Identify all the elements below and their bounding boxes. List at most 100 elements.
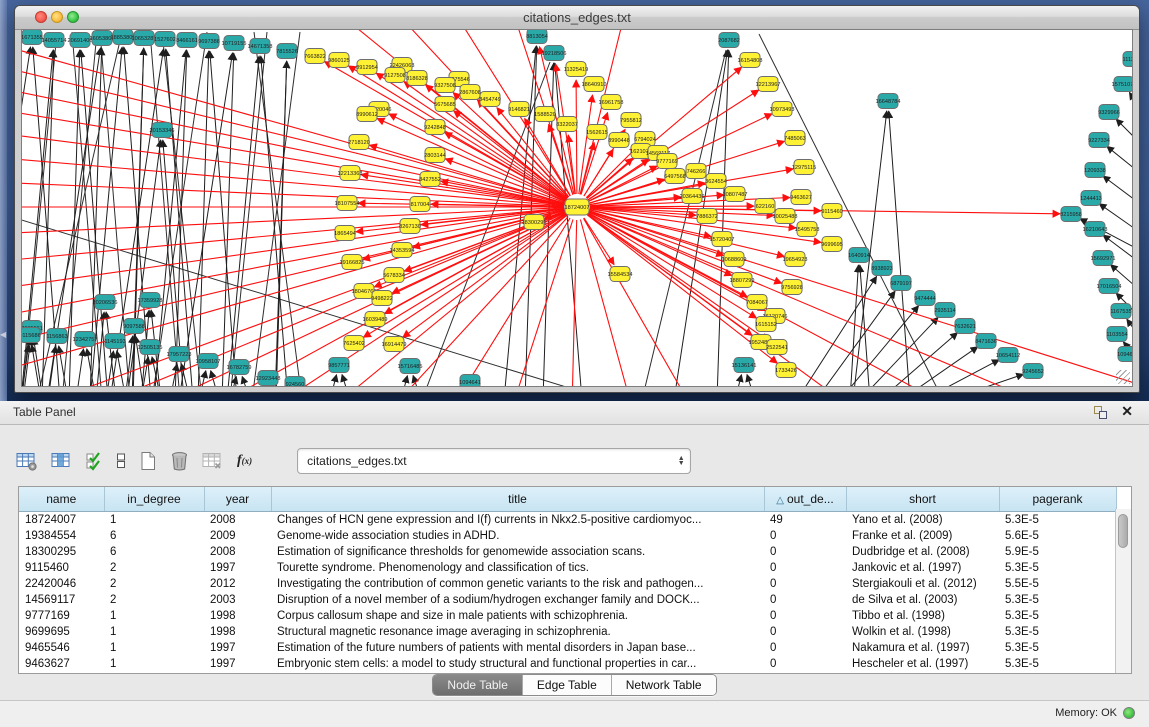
graph-node[interactable]: 16782759 <box>227 360 252 375</box>
graph-node[interactable]: 15495758 <box>795 222 820 237</box>
graph-node[interactable]: 746266 <box>686 164 706 179</box>
graph-node[interactable]: 15136141 <box>732 358 757 373</box>
graph-node[interactable]: 1167535 <box>1110 304 1131 319</box>
tab-node-table[interactable]: Node Table <box>433 675 523 695</box>
graph-node[interactable]: 2935114 <box>934 303 955 318</box>
import-table-icon[interactable] <box>202 452 224 471</box>
graph-node[interactable]: 16039489 <box>363 312 388 327</box>
column-header-short[interactable]: short <box>846 487 999 512</box>
graph-node[interactable]: 20364436 <box>680 189 705 204</box>
network-table-selector[interactable]: citations_edges.txt ▲▼ <box>297 448 691 474</box>
graph-node[interactable]: 1640914 <box>848 248 870 263</box>
tab-network-table[interactable]: Network Table <box>612 675 716 695</box>
graph-node[interactable]: 12505135 <box>138 340 163 355</box>
graph-node[interactable]: 18300295 <box>522 215 547 230</box>
graph-node[interactable]: 7815526 <box>276 44 298 59</box>
graph-node[interactable]: 10973493 <box>770 102 795 117</box>
close-panel-icon[interactable]: ✕ <box>1121 403 1133 420</box>
graph-node[interactable]: 9327508 <box>434 78 456 93</box>
graph-node[interactable]: 9127508 <box>384 68 406 83</box>
graph-node[interactable]: 10654112 <box>996 348 1020 363</box>
citation-graph[interactable]: 1671355 14055714 20691406 16053809 18853… <box>22 30 1133 387</box>
graph-node[interactable]: 16961758 <box>599 95 624 110</box>
new-table-icon[interactable] <box>139 451 157 471</box>
graph-node[interactable]: 10958107 <box>196 354 221 369</box>
table-row[interactable]: 911546021997Tourette syndrome. Phenomeno… <box>19 560 1116 576</box>
graph-node[interactable]: 9242848 <box>424 120 446 135</box>
splitter-handle-icon[interactable]: ▾ <box>563 392 568 401</box>
graph-node[interactable]: 1094641 <box>459 375 481 388</box>
graph-node[interactable]: 9474444 <box>914 291 936 306</box>
graph-node[interactable]: 9756928 <box>781 280 803 295</box>
column-header-in_degree[interactable]: in_degree <box>104 487 204 512</box>
table-row[interactable]: 969969511998Structural magnetic resonanc… <box>19 624 1116 640</box>
graph-node[interactable]: 5675685 <box>434 97 456 112</box>
graph-node[interactable]: 17359928 <box>138 293 163 308</box>
graph-node[interactable]: 10688609 <box>722 252 747 267</box>
graph-node[interactable]: 9115686 <box>22 328 41 343</box>
scrollbar-thumb[interactable] <box>1118 514 1128 548</box>
table-row[interactable]: 1938455462009Genome-wide association stu… <box>19 528 1116 544</box>
graph-node[interactable]: 8186328 <box>406 71 428 86</box>
graph-node[interactable]: 3624554 <box>705 174 727 189</box>
graph-node[interactable]: 8322037 <box>556 117 578 132</box>
graph-node[interactable]: 1209338 <box>1084 163 1106 178</box>
graph-node[interactable]: 1145193 <box>104 334 125 349</box>
graph-node[interactable]: 16210643 <box>1083 222 1108 237</box>
graph-node[interactable]: 8454749 <box>479 92 501 107</box>
graph-node[interactable]: 924560 <box>285 377 305 388</box>
graph-node[interactable]: 7663822 <box>304 49 326 64</box>
column-header-name[interactable]: name <box>19 487 104 512</box>
graph-node[interactable]: 15751074 <box>1112 77 1133 92</box>
graph-node[interactable]: 19166825 <box>340 255 365 270</box>
graph-node[interactable]: 7625402 <box>343 336 365 351</box>
graph-node[interactable]: 7886372 <box>696 209 718 224</box>
column-header-year[interactable]: year <box>204 487 271 512</box>
vertical-scrollbar[interactable] <box>1115 509 1131 673</box>
select-rows-icon[interactable] <box>86 452 103 471</box>
graph-node[interactable]: 6879197 <box>890 276 912 291</box>
graph-node[interactable]: 1733426 <box>775 363 797 378</box>
graph-node[interactable]: 18107554 <box>335 196 360 211</box>
graph-node[interactable]: 8215958 <box>1060 207 1082 222</box>
delete-table-icon[interactable] <box>170 451 189 471</box>
graph-node[interactable]: 10025488 <box>773 209 798 224</box>
graph-node[interactable]: 9245652 <box>1022 364 1044 379</box>
graph-node[interactable]: 18807299 <box>730 273 755 288</box>
graph-node[interactable]: 9463627 <box>790 190 812 205</box>
graph-node[interactable]: 8912954 <box>356 60 378 75</box>
column-header-pagerank[interactable]: pagerank <box>999 487 1116 512</box>
table-settings-icon[interactable] <box>16 452 38 471</box>
graph-node[interactable]: 2087682 <box>718 33 740 48</box>
window-titlebar[interactable]: citations_edges.txt <box>15 6 1139 30</box>
graph-node[interactable]: 14055714 <box>42 33 67 48</box>
graph-node[interactable]: 1156863 <box>46 329 67 344</box>
graph-node[interactable]: 10807487 <box>723 187 748 202</box>
network-canvas[interactable]: 1671355 14055714 20691406 16053809 18853… <box>21 29 1133 387</box>
graph-node[interactable]: 18640910 <box>582 77 607 92</box>
graph-node[interactable]: 2867608 <box>459 85 481 100</box>
graph-node[interactable]: 6497568 <box>664 169 686 184</box>
graph-node[interactable]: 10719155 <box>222 36 247 51</box>
graph-node[interactable]: 1615152 <box>755 317 777 332</box>
graph-node[interactable]: 7084067 <box>746 295 768 310</box>
table-row[interactable]: 2242004622012Investigating the contribut… <box>19 576 1116 592</box>
graph-node[interactable]: 1112300 <box>1123 52 1133 67</box>
float-panel-icon[interactable] <box>1094 406 1107 419</box>
graph-node[interactable]: 9498222 <box>371 291 393 306</box>
graph-node[interactable]: 16914479 <box>382 337 407 352</box>
graph-node[interactable]: 12213967 <box>756 77 781 92</box>
graph-node[interactable]: 9699695 <box>821 237 843 252</box>
graph-node[interactable]: 8990448 <box>608 133 630 148</box>
graph-node[interactable]: 11325419 <box>564 62 588 77</box>
graph-node[interactable]: 15584534 <box>608 267 633 282</box>
network-window[interactable]: citations_edges.txt 1671355 14055714 206… <box>14 5 1140 393</box>
table-row[interactable]: 946362711997Embryonic stem cells: a mode… <box>19 656 1116 672</box>
function-icon[interactable]: f(x) <box>237 453 252 469</box>
graph-node[interactable]: 14353594 <box>390 243 415 258</box>
graph-node[interactable]: 20206536 <box>93 295 118 310</box>
graph-node[interactable]: 12342757 <box>73 332 98 347</box>
panel-collapse-arrow[interactable]: ◀ <box>0 330 6 339</box>
graph-node[interactable]: 15716485 <box>398 359 423 374</box>
graph-node[interactable]: 1588520 <box>534 107 556 122</box>
